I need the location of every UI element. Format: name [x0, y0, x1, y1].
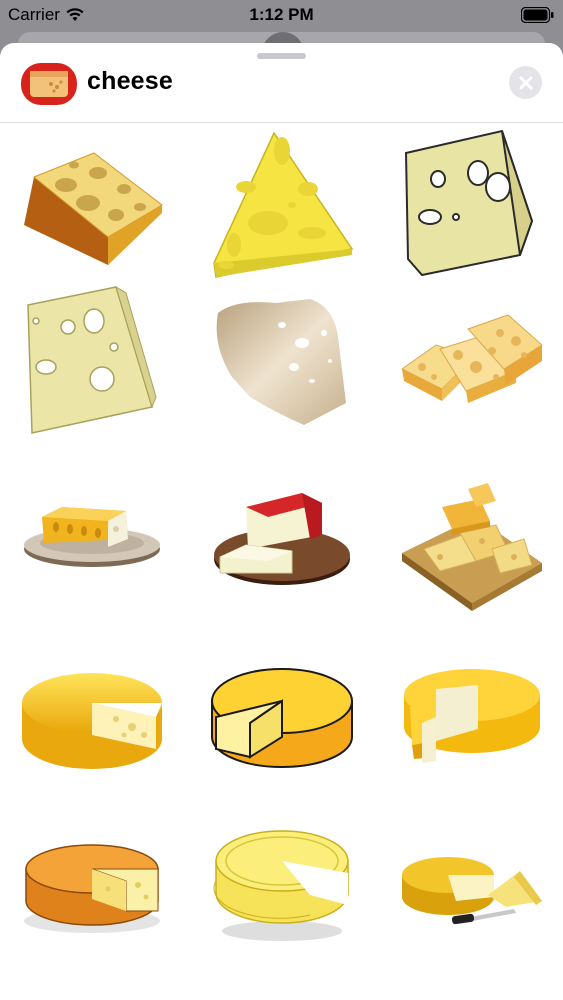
close-icon	[519, 76, 532, 89]
sticker-cheese-wheel-orange[interactable]	[16, 819, 166, 969]
cheese-chunks-pile-image	[401, 314, 543, 403]
cheese-on-plate-image	[24, 507, 160, 567]
cheese-wheel-cut-outlined-image	[211, 668, 353, 768]
sticker-cheese-wedge-orange-rind[interactable]	[16, 125, 166, 275]
cheese-slice-beige-image	[216, 299, 346, 425]
sticker-sheet: cheese	[0, 43, 563, 1000]
sticker-cheese-chunks-pile[interactable]	[396, 285, 546, 435]
sticker-cheese-on-plate[interactable]	[16, 477, 166, 627]
sticker-cheese-wedge-pale-outline[interactable]	[396, 125, 546, 277]
cheese-wheel-with-knife-image	[402, 857, 542, 925]
sticker-cheese-wheel-cut-yellow[interactable]	[16, 645, 166, 795]
cheese-wheel-orange-image	[24, 844, 160, 933]
sticker-cheese-wheel-with-knife[interactable]	[396, 819, 546, 969]
sticker-cheese-wedge-pale-holes[interactable]	[16, 285, 166, 435]
status-bar: Carrier 1:12 PM	[0, 0, 563, 32]
clock: 1:12 PM	[249, 5, 314, 24]
cheese-app-icon	[21, 63, 77, 105]
cheese-wheel-light-yellow-image	[213, 830, 349, 941]
cheese-wheel-cut-wedge-image	[404, 669, 540, 763]
sticker-cheese-slice-beige[interactable]	[206, 285, 356, 435]
sticker-cheese-wedge-red-on-board[interactable]	[206, 477, 356, 627]
cheese-wedge-red-on-board-image	[214, 493, 350, 585]
cheese-wedge-pale-holes-image	[27, 285, 157, 434]
sticker-cheese-wheel-cut-outlined[interactable]	[206, 645, 356, 795]
cheese-board-assortment-image	[402, 483, 542, 611]
battery-icon	[521, 7, 554, 23]
cheese-triangle-yellow-image	[213, 131, 354, 278]
app-title: cheese	[87, 67, 173, 95]
cheese-wheel-cut-yellow-image	[22, 673, 162, 769]
sticker-cheese-wheel-light-yellow[interactable]	[206, 819, 356, 969]
sheet-header: cheese	[0, 43, 563, 123]
sticker-cheese-board-assortment[interactable]	[396, 477, 546, 627]
cheese-wedge-pale-outline-image	[404, 129, 534, 277]
sticker-cheese-triangle-yellow[interactable]	[206, 125, 356, 278]
close-button[interactable]	[509, 66, 542, 99]
sticker-cheese-wheel-cut-wedge[interactable]	[396, 645, 546, 795]
cheese-wedge-orange-rind-image	[24, 152, 163, 265]
